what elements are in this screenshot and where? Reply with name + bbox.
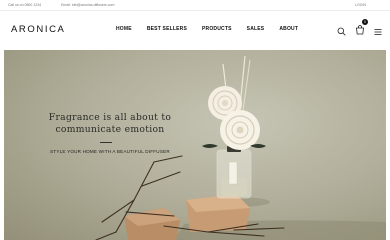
headline-line: communicate emotion [55,124,165,135]
main-nav: HOME BEST SELLERS PRODUCTS SALES ABOUT [116,26,298,32]
leaf [202,144,218,148]
email-link[interactable]: Email: info@aronica-diffusers.com [61,3,114,7]
phone-text: Call us on 0800 1234 [8,3,42,7]
cart-count-badge: 0 [362,19,368,25]
sola-flower-bottom [220,110,260,150]
menu-icon[interactable] [374,23,382,35]
hero-banner: Fragrance is all about to communicate em… [4,50,386,240]
nav-best-sellers[interactable]: BEST SELLERS [147,26,187,32]
headline-divider [100,142,112,143]
brand-logo[interactable]: ARONICA [11,24,65,35]
site-header: ARONICA HOME BEST SELLERS PRODUCTS SALES… [0,11,390,48]
top-utility-bar: Call us on 0800 1234 Email: info@aronica… [0,0,390,11]
search-icon[interactable] [337,23,346,36]
nav-about[interactable]: ABOUT [279,26,298,32]
hero-subheading: STYLE YOUR HOME WITH A BEAUTIFUL DIFFUSE… [50,149,170,154]
hero-scene-image [95,55,386,240]
headline-line: Fragrance is all about to [48,112,172,123]
header-actions: 0 [337,19,382,36]
bottle-label [228,161,238,185]
nav-products[interactable]: PRODUCTS [202,26,232,32]
cart-icon[interactable]: 0 [355,19,368,35]
contact-info: Call us on 0800 1234 Email: info@aronica… [8,3,114,7]
login-link[interactable]: LOGIN [355,3,366,7]
nav-sales[interactable]: SALES [247,26,265,32]
hero-headline: Fragrance is all about to communicate em… [34,112,186,136]
nav-home[interactable]: HOME [116,26,132,32]
